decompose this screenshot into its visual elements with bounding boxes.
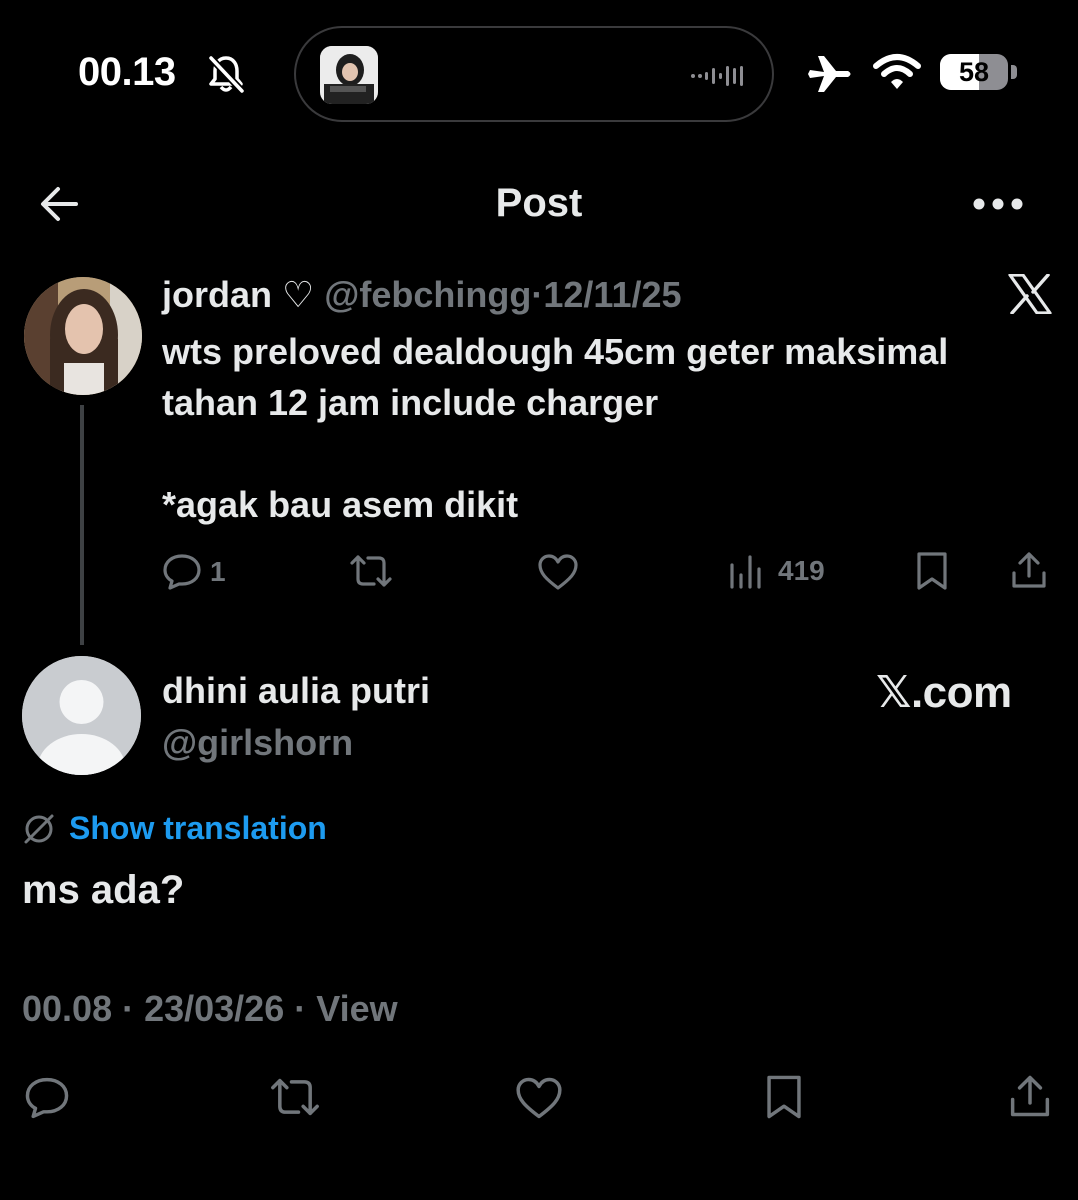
views-button[interactable]: 419 (728, 553, 825, 589)
bookmark-button[interactable] (915, 551, 949, 591)
repost-button[interactable] (348, 553, 394, 589)
bookmark-icon (767, 1075, 801, 1119)
bottom-repost-button[interactable] (268, 1076, 322, 1118)
dynamic-island[interactable] (294, 26, 774, 122)
airplane-icon (808, 56, 851, 92)
views-count: 419 (778, 555, 825, 586)
page-title: Post (495, 181, 583, 225)
author-avatar[interactable] (24, 277, 142, 395)
reply-author-name[interactable]: dhini aulia putri (162, 670, 430, 712)
translate-globe-icon (24, 814, 54, 844)
show-translation-link[interactable]: Show translation (69, 810, 327, 847)
reply-author-handle[interactable]: @girlshorn (162, 722, 353, 764)
share-icon (1012, 552, 1046, 588)
artwork-image (320, 46, 378, 104)
author-avatar-image (24, 277, 142, 395)
post-body: wts preloved dealdough 45cm geter maksim… (162, 331, 949, 525)
now-playing-artwork[interactable] (320, 46, 378, 104)
reply-icon (163, 554, 201, 590)
bottom-like-button[interactable] (514, 1076, 564, 1120)
heart-icon (516, 1077, 562, 1119)
reply-icon (25, 1077, 69, 1119)
post-date: 12/11/25 (543, 274, 682, 315)
author-handle[interactable]: @febchingg (324, 274, 531, 315)
audio-waveform-icon (691, 66, 743, 86)
header-separator: · (531, 274, 544, 315)
status-time: 00.13 (78, 50, 176, 94)
heart-icon (538, 554, 578, 590)
reply-text: ms ada? (22, 868, 185, 912)
wifi-icon (873, 54, 921, 89)
bookmark-icon (917, 552, 947, 590)
source-text: 𝕏.com (876, 667, 1012, 717)
reply-button[interactable]: 1 (162, 553, 226, 591)
bottom-reply-button[interactable] (24, 1076, 70, 1120)
share-icon (1010, 1075, 1050, 1117)
source-x-com: 𝕏.com (876, 666, 1012, 718)
reply-author-avatar[interactable] (22, 656, 141, 775)
default-avatar-icon (22, 656, 141, 775)
bell-slash-icon (208, 55, 245, 94)
post-header: jordan ♡ @febchingg·12/11/25 (162, 274, 682, 316)
author-name[interactable]: jordan ♡ (162, 274, 314, 315)
reply-count: 1 (210, 556, 226, 587)
battery-percentage: 58 (958, 57, 990, 87)
x-logo-icon (1008, 274, 1052, 314)
like-button[interactable] (537, 553, 579, 591)
more-horizontal-icon[interactable] (972, 195, 1024, 213)
reply-meta[interactable]: 00.08 · 23/03/26 · View (22, 988, 398, 1030)
repost-icon (350, 555, 392, 587)
bottom-share-button[interactable] (1008, 1074, 1052, 1118)
repost-icon (271, 1078, 319, 1116)
bottom-bookmark-button[interactable] (764, 1074, 804, 1120)
share-button[interactable] (1010, 551, 1048, 589)
thread-connector-line (80, 405, 84, 645)
battery-terminal (1011, 65, 1017, 79)
views-chart-icon (730, 555, 761, 589)
battery-indicator: 58 (940, 54, 1008, 90)
